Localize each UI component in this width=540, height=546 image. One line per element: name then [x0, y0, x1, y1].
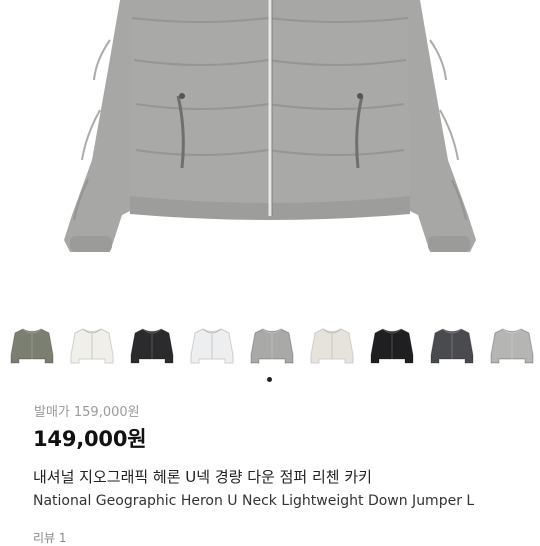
jacket-thumbnail-icon	[430, 328, 473, 364]
jacket-thumbnail-icon	[310, 328, 353, 364]
jacket-thumbnail-icon	[10, 328, 53, 364]
jacket-thumbnail-icon	[250, 328, 293, 364]
product-hero-image[interactable]	[0, 0, 540, 315]
color-thumbnail-white[interactable]	[188, 322, 235, 368]
original-price: 발매가 159,000원	[34, 401, 140, 420]
color-thumbnail-ivory[interactable]	[68, 322, 115, 368]
original-price-label: 발매가	[34, 405, 70, 420]
color-thumbnail-list	[8, 322, 540, 372]
down-jumper-illustration	[64, 0, 476, 252]
product-title-english: National Geographic Heron U Neck Lightwe…	[33, 493, 475, 509]
product-title-korean: 내셔널 지오그래픽 헤론 U넥 경량 다운 점퍼 리첸 카키	[33, 468, 372, 486]
jacket-thumbnail-icon	[130, 328, 173, 364]
color-thumbnail-light-grey[interactable]	[488, 322, 535, 368]
jacket-thumbnail-icon	[490, 328, 533, 364]
color-thumbnail-grey[interactable]	[248, 322, 295, 368]
review-count-link[interactable]: 리뷰 1	[33, 529, 67, 546]
jacket-thumbnail-icon	[370, 328, 413, 364]
color-thumbnail-black-2[interactable]	[368, 322, 415, 368]
color-thumbnail-beige[interactable]	[308, 322, 355, 368]
sale-price: 149,000원	[33, 427, 147, 451]
jacket-thumbnail-icon	[190, 328, 233, 364]
color-thumbnail-khaki[interactable]	[8, 322, 55, 368]
color-thumbnail-charcoal[interactable]	[428, 322, 475, 368]
original-price-value: 159,000원	[73, 405, 140, 420]
color-thumbnail-black[interactable]	[128, 322, 175, 368]
jacket-thumbnail-icon	[70, 328, 113, 364]
carousel-indicator-dot[interactable]	[267, 377, 272, 382]
